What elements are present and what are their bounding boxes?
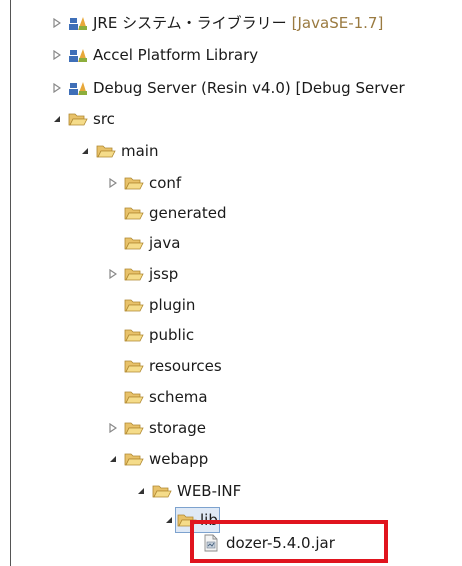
tree-item-label: main [121,142,159,160]
tree-item-label: webapp [149,450,209,468]
expand-arrow-icon[interactable] [106,415,119,441]
tree-item-label: JRE システム・ライブラリー [93,14,287,32]
expand-arrow-icon[interactable] [50,75,63,101]
folder-open-icon [124,418,144,438]
highlight-box [190,520,388,563]
tree-item-schema[interactable]: schema [106,384,208,410]
tree-item-label: generated [149,204,227,222]
library-icon [68,45,88,65]
tree-item-label: Debug Server (Resin v4.0) [Debug Server [93,79,405,97]
tree-item-resources[interactable]: resources [106,353,222,379]
tree-item-plugin[interactable]: plugin [106,292,195,318]
folder-open-icon [96,141,116,161]
collapse-arrow-icon[interactable] [50,106,63,132]
tree-item-label: Accel Platform Library [93,46,259,64]
folder-open-icon [124,449,144,469]
folder-open-icon [124,295,144,315]
tree-item-public[interactable]: public [106,322,194,348]
collapse-arrow-icon[interactable] [106,446,119,472]
expand-arrow-icon[interactable] [50,10,63,36]
tree-item-label: WEB-INF [177,482,242,500]
tree-item-label: public [149,326,195,344]
tree-item-java[interactable]: java [106,230,180,256]
tree-rows: JRE システム・ライブラリー [JavaSE-1.7] Accel Platf… [0,0,462,566]
tree-item-generated[interactable]: generated [106,200,226,226]
folder-open-icon [68,109,88,129]
folder-open-icon [124,233,144,253]
tree-item-web-inf[interactable]: WEB-INF [134,478,241,504]
tree-item-jre-library[interactable]: JRE システム・ライブラリー [JavaSE-1.7] [50,10,383,36]
folder-open-icon [124,264,144,284]
library-icon [68,78,88,98]
tree-item-main[interactable]: main [78,138,158,164]
folder-open-icon [124,325,144,345]
folder-open-icon [124,387,144,407]
tree-item-label: resources [149,357,222,375]
tree-item-label: plugin [149,296,196,314]
expand-arrow-icon[interactable] [50,42,63,68]
tree-item-label: src [93,110,115,128]
folder-open-icon [124,173,144,193]
library-icon [68,13,88,33]
tree-item-label: schema [149,388,208,406]
tree-item-conf[interactable]: conf [106,170,181,196]
expand-arrow-icon[interactable] [106,170,119,196]
tree-item-src[interactable]: src [50,106,115,132]
tree-item-label: storage [149,419,206,437]
tree-item-label: jssp [149,265,179,283]
expand-arrow-icon[interactable] [106,261,119,287]
tree-item-debug-server-library[interactable]: Debug Server (Resin v4.0) [Debug Server [50,75,405,101]
tree-item-decoration: [JavaSE-1.7] [291,14,384,32]
tree-item-accel-platform-library[interactable]: Accel Platform Library [50,42,258,68]
package-explorer-tree: JRE システム・ライブラリー [JavaSE-1.7] Accel Platf… [0,0,462,566]
collapse-arrow-icon[interactable] [78,138,91,164]
collapse-arrow-icon[interactable] [162,507,175,533]
tree-item-storage[interactable]: storage [106,415,206,441]
folder-open-icon [124,356,144,376]
tree-item-webapp[interactable]: webapp [106,446,208,472]
folder-open-icon [152,481,172,501]
tree-item-label: java [149,234,181,252]
tree-item-jssp[interactable]: jssp [106,261,178,287]
collapse-arrow-icon[interactable] [134,478,147,504]
tree-item-label: conf [149,174,182,192]
folder-open-icon [124,203,144,223]
